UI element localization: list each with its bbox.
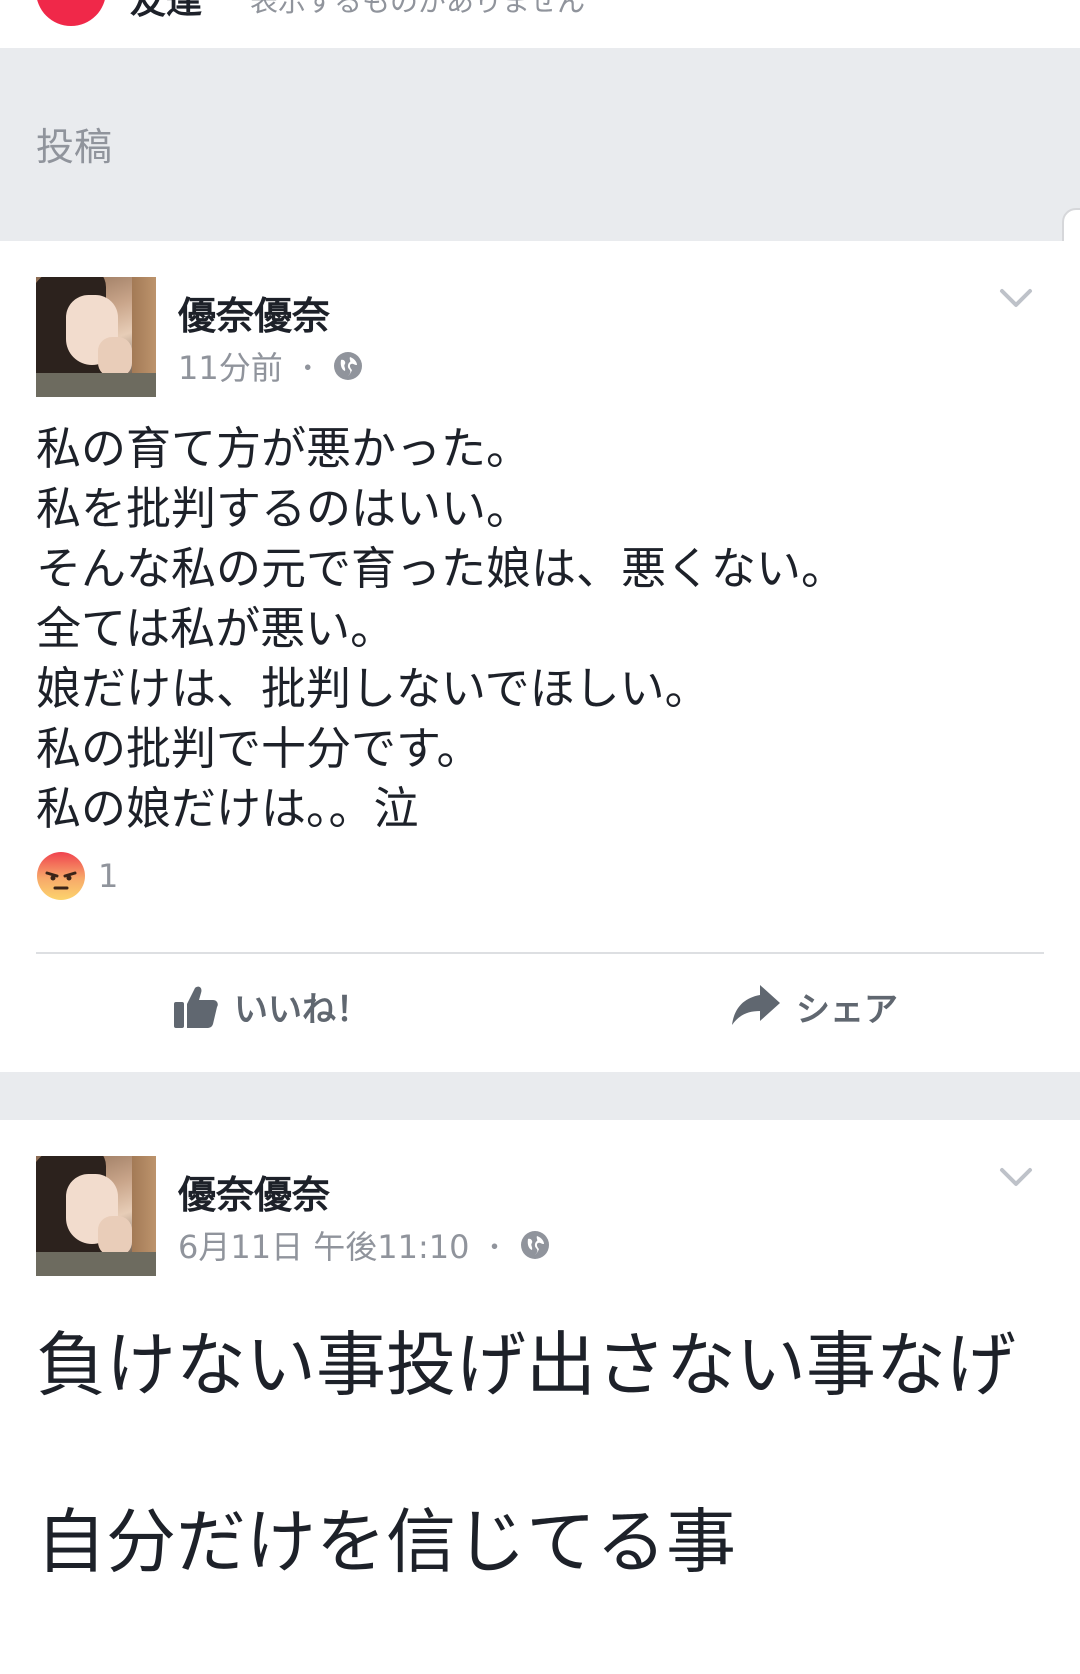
thumbs-up-icon — [174, 986, 218, 1028]
post-timestamp[interactable]: 11分前 — [178, 343, 283, 389]
post-timestamp[interactable]: 6月11日 午後11:10 — [178, 1222, 469, 1268]
post-text-line: 全ては私が悪い。 — [36, 602, 396, 655]
post-text-line: 負けない事投げ出さない事なげ — [36, 1324, 1016, 1406]
share-arrow-icon — [732, 985, 780, 1025]
friends-icon — [36, 0, 106, 26]
friends-row[interactable]: 友達 表示するものがありません — [0, 0, 1080, 48]
angry-icon — [37, 852, 85, 900]
chevron-down-icon[interactable] — [996, 1160, 1036, 1192]
feed-separator — [0, 1072, 1080, 1120]
post-meta: 11分前 ・ — [178, 343, 363, 389]
post-text-line: 娘だけは、批判しないでほしい。 — [36, 662, 710, 715]
post-text: 私の育て方が悪かった。 私を批判するのはいい。 そんな私の元で育った娘は、悪くな… — [36, 419, 1046, 839]
post-text-line: 私の娘だけは。。泣 — [36, 782, 419, 835]
post-text-line: 私を批判するのはいい。 — [36, 482, 532, 535]
globe-icon — [520, 1231, 549, 1259]
chevron-down-icon[interactable] — [996, 281, 1036, 313]
like-label: いいね！ — [234, 989, 370, 1030]
post-text-line: そんな私の元で育った娘は、悪くない。 — [36, 542, 847, 595]
divider — [36, 952, 1044, 954]
meta-separator: ・ — [481, 1232, 508, 1263]
post-text-line: 自分だけを信じてる事 — [36, 1501, 736, 1583]
post-meta: 6月11日 午後11:10 ・ — [178, 1222, 550, 1268]
avatar[interactable] — [36, 1156, 156, 1276]
reaction-summary[interactable]: 1 — [36, 851, 118, 901]
meta-separator: ・ — [294, 353, 321, 384]
share-button[interactable]: シェア — [730, 971, 898, 1041]
author-name[interactable]: 優奈優奈 — [178, 285, 330, 340]
section-label: 投稿 — [36, 125, 113, 169]
reaction-count: 1 — [98, 857, 119, 895]
posts-section-header: 投稿 — [0, 48, 1080, 572]
avatar[interactable] — [36, 277, 156, 397]
share-label: シェア — [796, 989, 898, 1030]
post-text-line: 私の批判で十分です。 — [36, 722, 482, 775]
author-name[interactable]: 優奈優奈 — [178, 1164, 330, 1219]
post-text: 負けない事投げ出さない事なげ 自分だけを信じてる事 — [36, 1320, 1046, 1674]
globe-icon — [333, 352, 362, 380]
like-button[interactable]: いいね！ — [172, 971, 370, 1041]
friends-title: 友達 — [130, 0, 203, 22]
friends-subtitle: 表示するものがありません — [250, 0, 586, 18]
post-card: 優奈優奈 6月11日 午後11:10 ・ 負けない事投げ出さない事なげ 自分だけ… — [0, 1120, 1080, 1606]
post-text-line: 私の育て方が悪かった。 — [36, 422, 532, 475]
post-card: 優奈優奈 11分前 ・ 私の育て方が悪かった。 私を批判するのはいい。 そんな私… — [0, 241, 1080, 1072]
